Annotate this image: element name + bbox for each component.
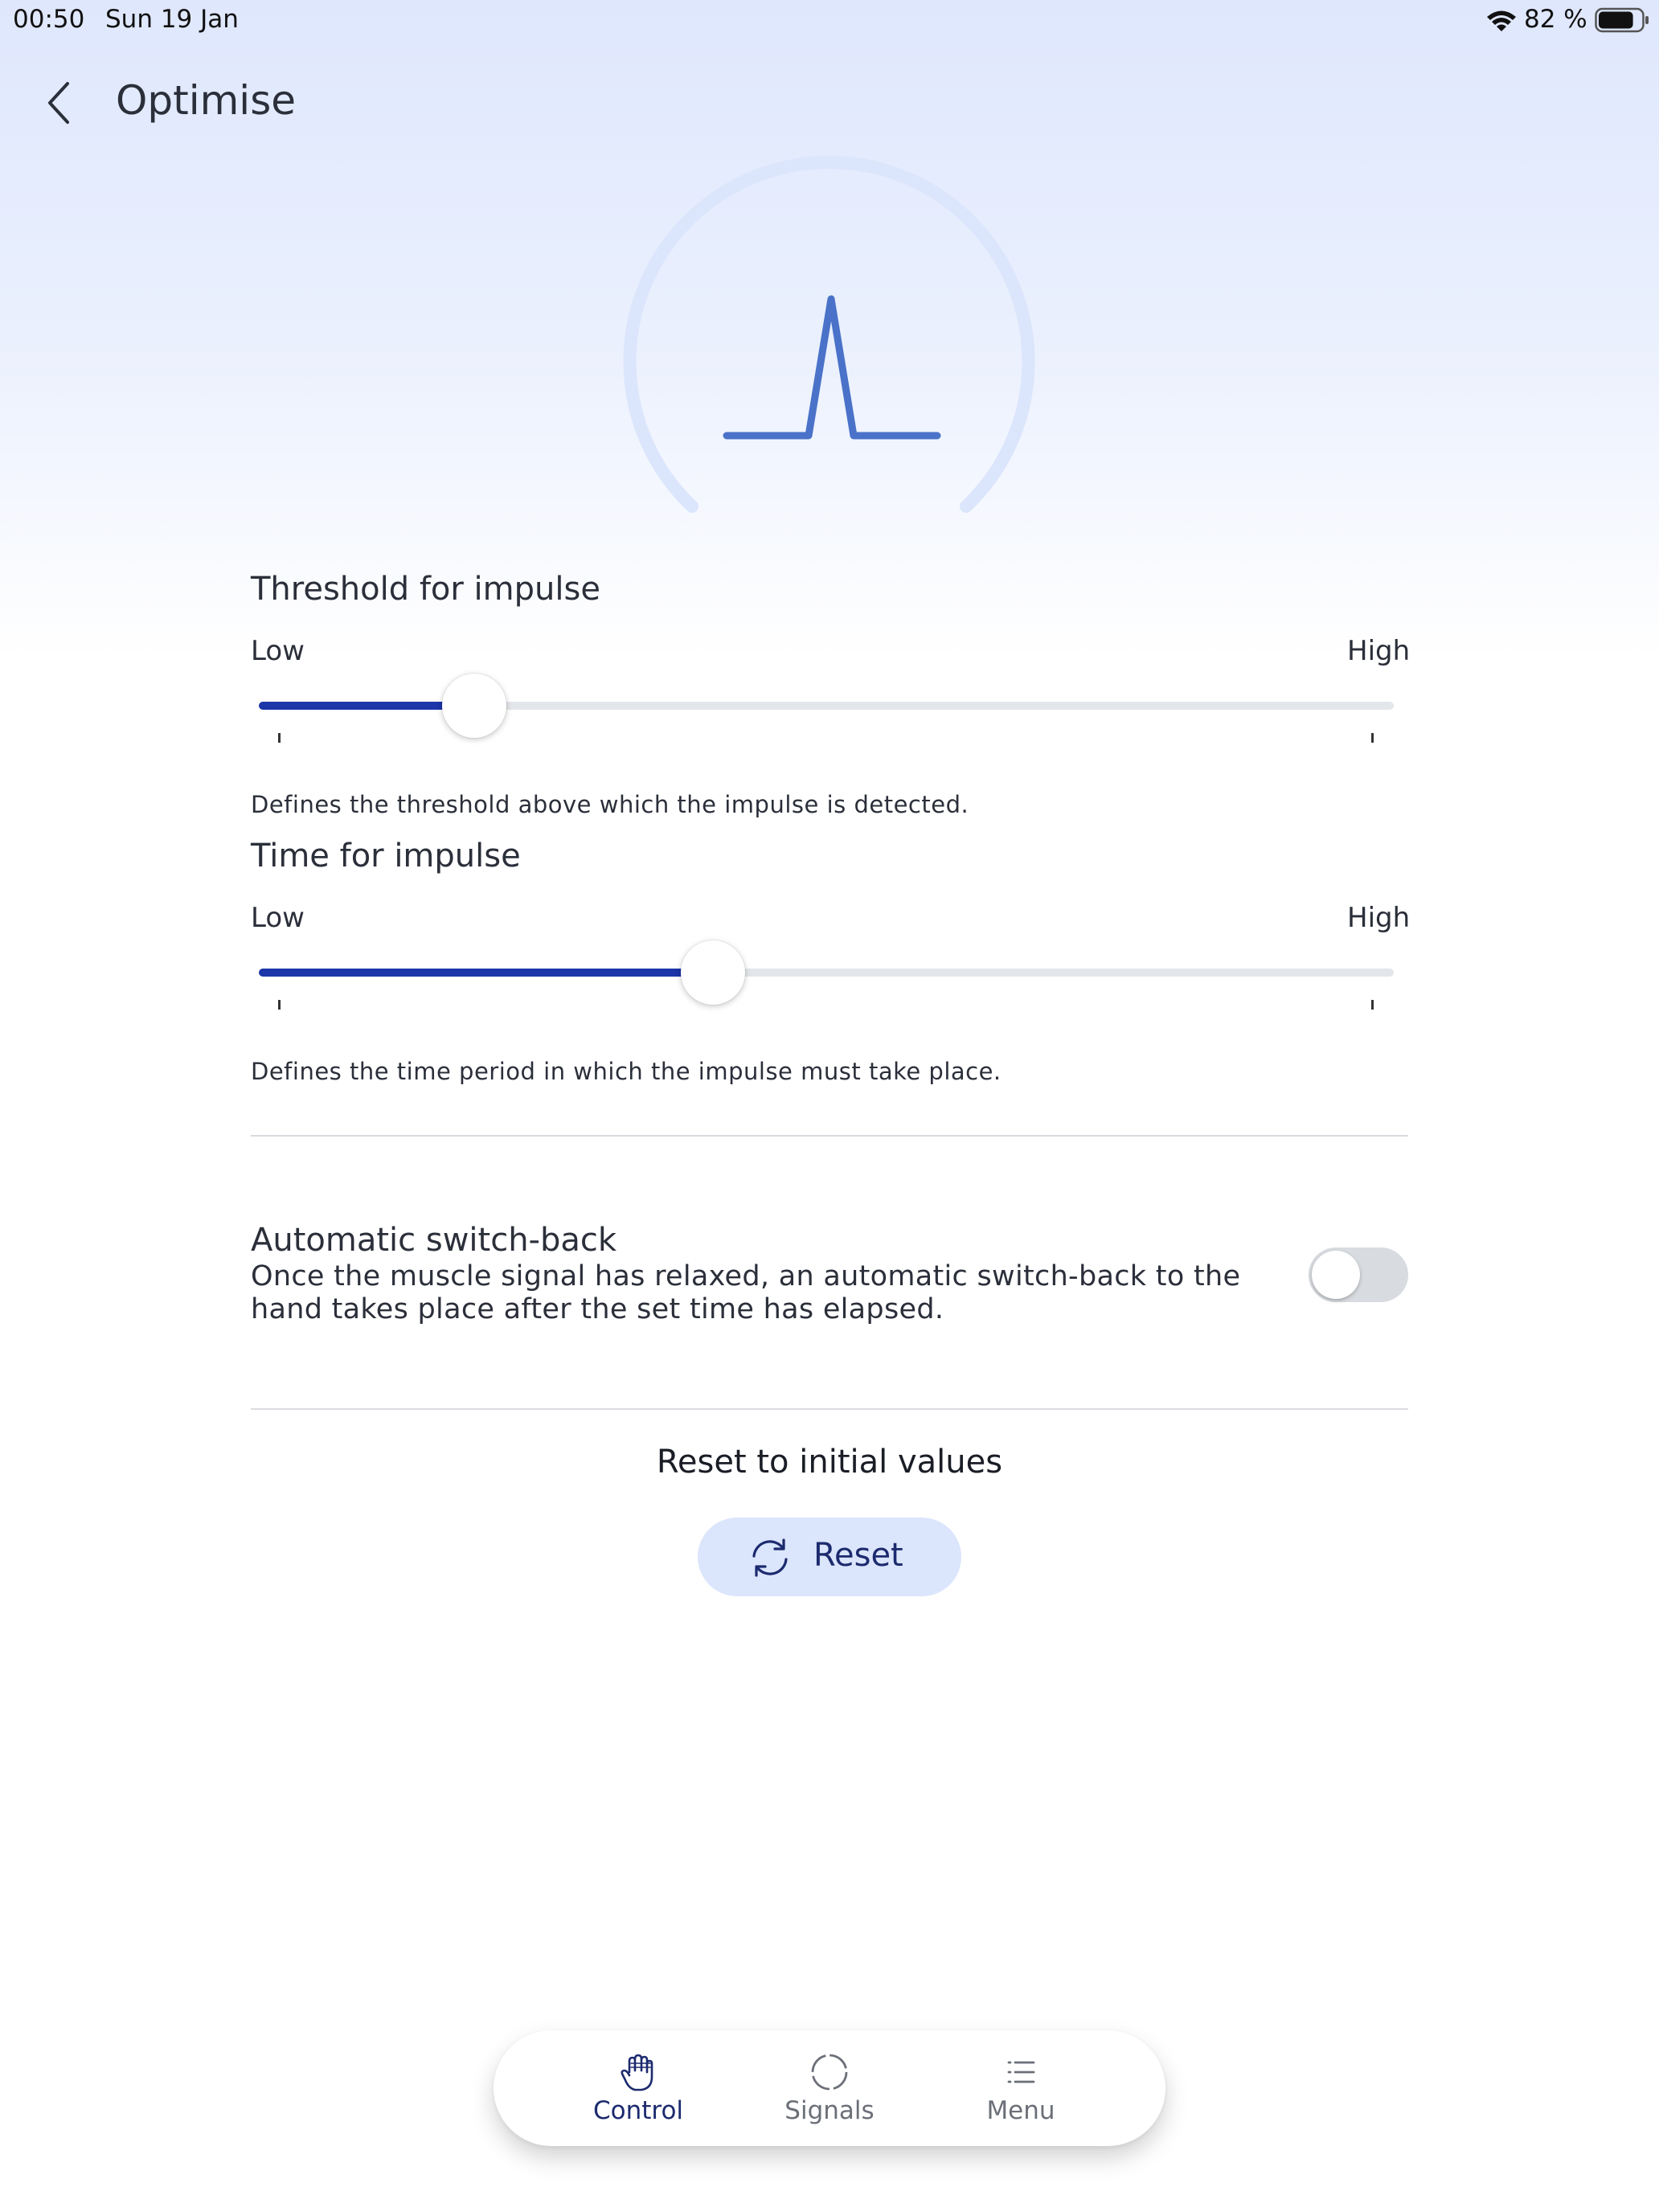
nav-item-menu[interactable]: Menu (924, 2030, 1117, 2146)
time-title: Time for impulse (251, 838, 521, 875)
nav-item-signals[interactable]: Signals (733, 2030, 926, 2146)
page-title: Optimise (116, 77, 296, 124)
time-slider-fill (259, 969, 713, 977)
time-high-label: High (1347, 902, 1411, 934)
refresh-icon (752, 1538, 788, 1577)
threshold-high-label: High (1347, 635, 1411, 667)
impulse-gauge-icon (623, 155, 1035, 513)
time-low-label: Low (251, 902, 305, 934)
time-description: Defines the time period in which the imp… (251, 1058, 1002, 1085)
bottom-nav: Control Signals Menu (494, 2030, 1165, 2146)
hand-icon (621, 2054, 653, 2091)
battery-icon (1595, 7, 1649, 33)
battery-percentage: 82 % (1524, 5, 1587, 34)
threshold-description: Defines the threshold above which the im… (251, 791, 969, 818)
nav-item-control[interactable]: Control (542, 2030, 735, 2146)
reset-heading: Reset to initial values (656, 1444, 1003, 1481)
auto-switch-description: Once the muscle signal has relaxed, an a… (251, 1260, 1241, 1292)
signals-circle-icon (811, 2054, 848, 2091)
auto-switch-toggle[interactable] (1309, 1247, 1408, 1302)
time-slider-thumb[interactable] (680, 940, 745, 1005)
status-time: 00:50 (13, 5, 85, 34)
threshold-title: Threshold for impulse (251, 571, 600, 608)
reset-button-label: Reset (813, 1537, 903, 1574)
nav-label-menu: Menu (986, 2096, 1055, 2125)
menu-list-icon (1007, 2061, 1035, 2083)
nav-label-signals: Signals (784, 2096, 875, 2125)
nav-label-control: Control (592, 2096, 684, 2125)
back-button[interactable] (39, 77, 80, 129)
divider (251, 1135, 1408, 1137)
threshold-low-label: Low (251, 635, 305, 667)
toggle-knob (1312, 1251, 1360, 1299)
time-tick-high (1371, 1000, 1374, 1010)
chevron-left-icon (48, 82, 69, 124)
status-date: Sun 19 Jan (105, 5, 239, 34)
time-tick-low (278, 1000, 281, 1010)
threshold-tick-low (278, 733, 281, 743)
auto-switch-title: Automatic switch-back (251, 1222, 617, 1259)
threshold-slider-thumb[interactable] (442, 674, 507, 738)
reset-button[interactable]: Reset (698, 1518, 961, 1596)
wifi-icon (1487, 10, 1516, 31)
divider (251, 1408, 1408, 1410)
auto-switch-description-line2: hand takes place after the set time has … (251, 1293, 944, 1325)
threshold-tick-high (1371, 733, 1374, 743)
